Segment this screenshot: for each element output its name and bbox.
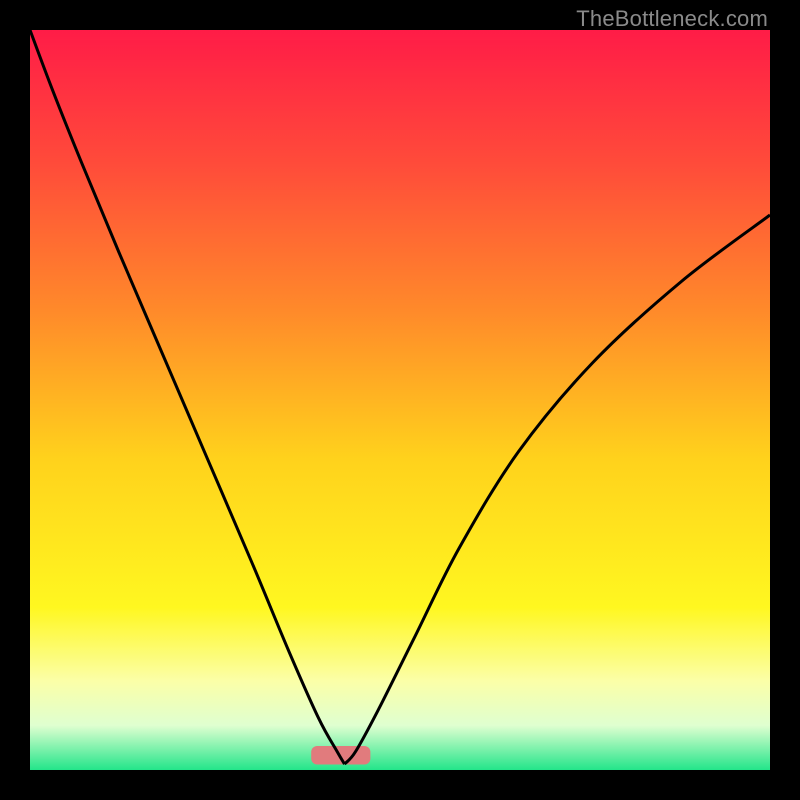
gradient-background [30,30,770,770]
bottleneck-chart [30,30,770,770]
watermark-text: TheBottleneck.com [576,6,768,32]
chart-frame [30,30,770,770]
